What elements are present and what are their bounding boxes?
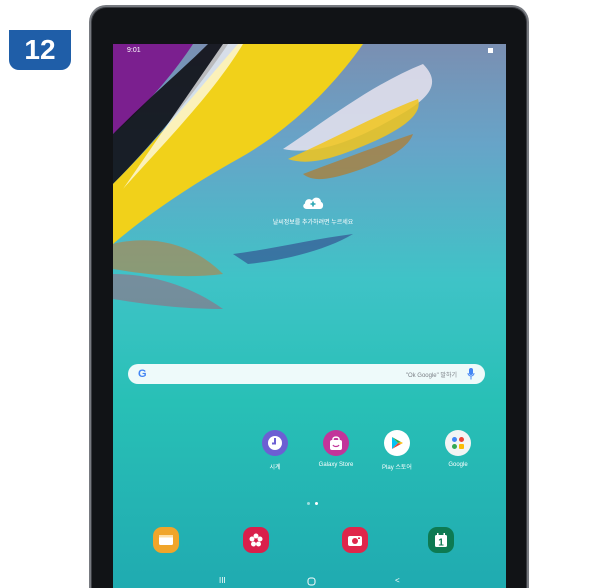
mic-icon[interactable] (467, 368, 475, 380)
weather-widget-label: 날씨정보를 추가하려면 누르세요 (272, 220, 354, 226)
cloud-add-icon (303, 197, 324, 209)
calendar-icon[interactable]: 1 (428, 527, 454, 553)
app-clock[interactable]: 시계 (245, 430, 305, 471)
battery-icon (488, 48, 493, 53)
step-number-badge: 12 (9, 30, 71, 70)
store-bag-icon (323, 430, 349, 456)
app-google-folder[interactable]: Google (428, 430, 488, 468)
recents-button[interactable]: III (219, 576, 226, 585)
app-label: Play 스토어 (382, 465, 412, 471)
google-folder-icon (445, 430, 471, 456)
gallery-flower-icon[interactable] (243, 527, 269, 553)
app-galaxy-store[interactable]: Galaxy Store (306, 430, 366, 468)
google-logo: G (138, 368, 147, 380)
google-search-bar[interactable]: G "Ok Google" 말하기 (128, 364, 485, 384)
app-label: 시계 (269, 465, 281, 471)
app-label: Google (448, 462, 468, 468)
page: 12 9:01 날씨정보를 추가하려면 누르세요 G "Ok Google" 말… (0, 0, 606, 588)
play-store-icon (384, 430, 410, 456)
camera-icon[interactable] (342, 527, 368, 553)
page-indicator (293, 502, 333, 508)
app-play-store[interactable]: Play 스토어 (367, 430, 427, 471)
weather-widget[interactable]: 날씨정보를 추가하려면 누르세요 (253, 196, 373, 226)
calendar-day: 1 (438, 538, 444, 549)
page-dot (307, 502, 310, 505)
home-button[interactable] (307, 577, 316, 586)
search-hint: "Ok Google" 말하기 (405, 373, 457, 379)
back-button[interactable]: < (395, 576, 400, 585)
status-bar-time: 9:01 (127, 47, 141, 54)
app-label: Galaxy Store (318, 462, 354, 468)
tablet-screen: 9:01 날씨정보를 추가하려면 누르세요 G "Ok Google" 말하기 (113, 44, 506, 588)
page-dot-active (315, 502, 318, 505)
step-number: 12 (24, 34, 56, 65)
clock-icon (262, 430, 288, 456)
messages-icon[interactable] (153, 527, 179, 553)
